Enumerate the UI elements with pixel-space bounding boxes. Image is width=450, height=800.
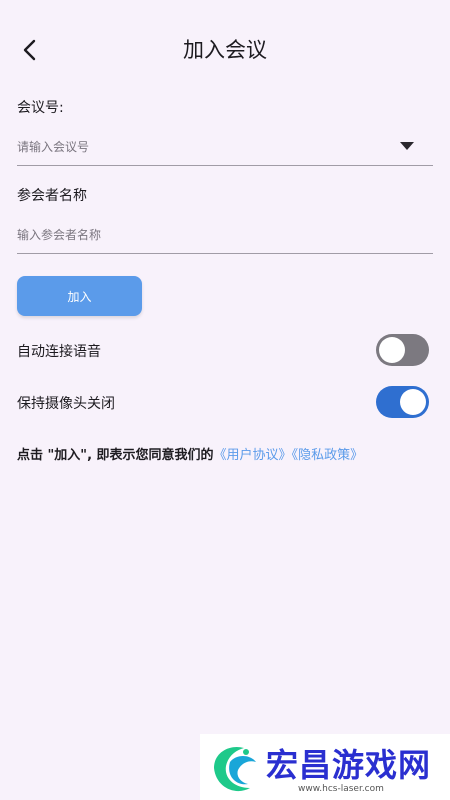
meeting-id-field[interactable]	[17, 130, 433, 166]
privacy-policy-link[interactable]: 《隐私政策》	[292, 448, 364, 463]
participant-name-input[interactable]	[17, 222, 387, 248]
caret-down-icon[interactable]	[400, 142, 414, 150]
auto-connect-audio-toggle[interactable]	[376, 334, 429, 366]
user-agreement-link[interactable]: 《用户协议》	[214, 448, 292, 463]
site-watermark: 宏昌游戏网 www.hcs-laser.com	[200, 734, 450, 800]
keep-camera-off-label: 保持摄像头关闭	[17, 396, 115, 412]
join-button[interactable]: 加入	[17, 276, 142, 316]
watermark-url: www.hcs-laser.com	[298, 784, 384, 794]
app-bar: 加入会议	[0, 0, 450, 100]
participant-name-field[interactable]	[17, 218, 433, 254]
toggle-knob	[400, 389, 426, 415]
watermark-title: 宏昌游戏网	[266, 746, 432, 784]
meeting-id-label: 会议号:	[17, 100, 64, 116]
page-title: 加入会议	[183, 38, 267, 62]
agreement-text: 点击 "加入", 即表示您同意我们的《用户协议》《隐私政策》	[17, 444, 363, 463]
keep-camera-off-toggle[interactable]	[376, 386, 429, 418]
agreement-notice: 点击 "加入", 即表示您同意我们的	[17, 448, 214, 463]
dragon-logo-icon	[214, 746, 256, 792]
toggle-knob	[379, 337, 405, 363]
auto-connect-audio-label: 自动连接语音	[17, 344, 101, 360]
meeting-id-input[interactable]	[17, 134, 387, 160]
participant-name-label: 参会者名称	[17, 188, 87, 204]
